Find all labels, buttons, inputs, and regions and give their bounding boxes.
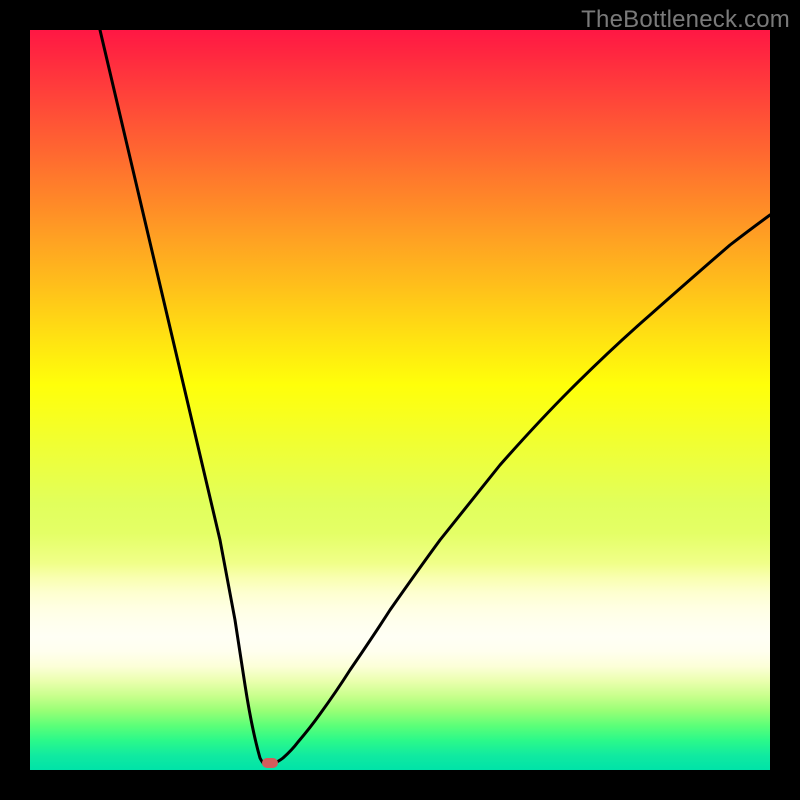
watermark-text: TheBottleneck.com xyxy=(581,6,790,34)
bottleneck-curve xyxy=(30,30,770,770)
curve-path xyxy=(100,30,770,766)
optimal-point-marker xyxy=(262,758,278,768)
